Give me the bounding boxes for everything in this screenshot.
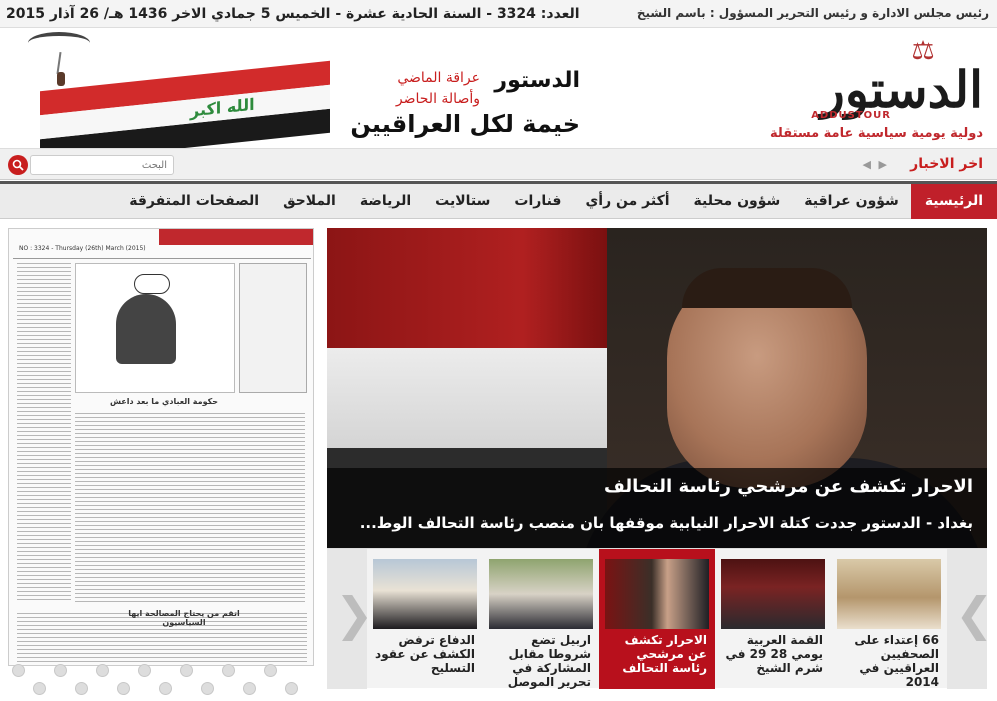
page-dot[interactable]	[96, 664, 109, 677]
paper-section-tab	[159, 229, 313, 245]
nav-item-misc-pages[interactable]: الصفحات المتفرقة	[117, 184, 271, 219]
feature-title[interactable]: الاحرار تكشف عن مرشحي رئاسة التحالف	[604, 476, 973, 497]
carousel-caption: القمة العربية يومي 28 29 في شرم الشيخ	[725, 633, 823, 675]
carousel-caption: الاحرار تكشف عن مرشحي رئاسة التحالف	[622, 633, 707, 675]
slogan-line-3: وأصالة الحاضر	[395, 91, 480, 107]
carousel-item[interactable]: اربيل تضع شروطا مقابل المشاركة في تحرير …	[483, 549, 599, 689]
carousel-thumb-image	[721, 559, 825, 629]
paper-caption-2: اتقم من يحتاج المصالحة ايها السياسيون	[128, 609, 240, 627]
nav-item-sports[interactable]: الرياضة	[348, 184, 423, 219]
nav-item-iraqi-affairs[interactable]: شؤون عراقية	[792, 184, 911, 219]
page-dot[interactable]	[33, 682, 46, 695]
carousel-item[interactable]: 66 إعتداء على الصحفيين العراقيين في 2014	[831, 549, 947, 689]
page-pagination	[8, 664, 314, 696]
newspaper-page-preview[interactable]: NO : 3324 - Thursday (26th) March (2015)…	[8, 228, 314, 666]
search-input[interactable]	[30, 155, 174, 175]
nav-item-fanarat[interactable]: فنارات	[502, 184, 573, 219]
news-carousel: ❮ الدفاع ترفض الكشف عن عقود التسليح اربي…	[327, 548, 994, 689]
paper-caption-1: حكومة العبادي ما بعد داعش	[109, 397, 219, 406]
nav-item-satellite[interactable]: ستالايت	[423, 184, 502, 219]
nav-item-home[interactable]: الرئيسية	[910, 184, 997, 219]
ticker-prev-icon[interactable]: ◀	[863, 158, 871, 171]
featured-story[interactable]: الاحرار تكشف عن مرشحي رئاسة التحالف بغدا…	[327, 228, 987, 548]
nav-item-local-affairs[interactable]: شؤون محلية	[682, 184, 793, 219]
news-ticker: اخر الاخبار ▶ ◀	[0, 148, 997, 180]
carousel-caption: 66 إعتداء على الصحفيين العراقيين في 2014	[854, 633, 939, 689]
page-dot[interactable]	[285, 682, 298, 695]
page-dot[interactable]	[222, 664, 235, 677]
site-header: الله اكبر الدستور عراقة الماضي وأصالة ال…	[0, 28, 997, 148]
page-dot[interactable]	[12, 664, 25, 677]
slogan-line-1: الدستور	[494, 68, 580, 93]
header-slogan: الدستور عراقة الماضي وأصالة الحاضر خيمة …	[340, 28, 590, 148]
flag-script: الله اكبر	[190, 94, 255, 121]
page-dot[interactable]	[117, 682, 130, 695]
carousel-caption: الدفاع ترفض الكشف عن عقود التسليح	[375, 633, 475, 675]
page-dot[interactable]	[54, 664, 67, 677]
carousel-next-button[interactable]: ❯	[947, 549, 994, 689]
paper-sidebox	[239, 263, 307, 393]
search-icon	[12, 159, 24, 171]
feature-person-hair	[682, 268, 852, 308]
issue-info: العدد: 3324 - السنة الحادية عشرة - الخمي…	[6, 6, 580, 22]
carousel-thumb-image	[373, 559, 477, 629]
cartoon-sign	[134, 274, 170, 294]
search-button[interactable]	[8, 155, 28, 175]
page-dot[interactable]	[138, 664, 151, 677]
paraglider-person	[57, 72, 65, 86]
ticker-next-icon[interactable]: ▶	[879, 158, 887, 171]
page-dot[interactable]	[75, 682, 88, 695]
carousel-item[interactable]: الدفاع ترفض الكشف عن عقود التسليح	[367, 549, 483, 689]
chevron-right-icon: ❯	[955, 587, 994, 641]
carousel-thumb-image	[605, 559, 709, 629]
carousel-item[interactable]: القمة العربية يومي 28 29 في شرم الشيخ	[715, 549, 831, 689]
page-dot[interactable]	[264, 664, 277, 677]
nav-item-supplements[interactable]: الملاحق	[271, 184, 348, 219]
page-dot[interactable]	[243, 682, 256, 695]
page-dot[interactable]	[201, 682, 214, 695]
ticker-label: اخر الاخبار	[910, 156, 983, 172]
paraglider-line	[56, 51, 62, 75]
carousel-prev-button[interactable]: ❮	[327, 549, 374, 689]
paper-text-block	[75, 413, 305, 603]
main-nav: الرئيسية شؤون عراقية شؤون محلية أكثر من …	[0, 181, 997, 219]
page-dot[interactable]	[180, 664, 193, 677]
nav-item-opinion[interactable]: أكثر من رأي	[573, 184, 681, 219]
paper-column	[17, 263, 71, 603]
carousel-thumb-image	[489, 559, 593, 629]
iraq-flag-icon: الله اكبر	[40, 60, 330, 148]
cartoon-figure	[116, 294, 176, 364]
feature-excerpt: بغداد - الدستور جددت كتلة الاحرار النياب…	[359, 514, 973, 532]
site-logo[interactable]: ⚖ الدستور ADDUSTOUR دولية يومية سياسية ع…	[759, 32, 989, 144]
logo-latin: ADDUSTOUR	[811, 110, 891, 121]
page-dot[interactable]	[159, 682, 172, 695]
top-info-bar: العدد: 3324 - السنة الحادية عشرة - الخمي…	[0, 0, 997, 28]
carousel-caption: اربيل تضع شروطا مقابل المشاركة في تحرير …	[507, 633, 591, 689]
slogan-line-2: عراقة الماضي	[397, 70, 480, 86]
carousel-thumb-image	[837, 559, 941, 629]
logo-tagline: دولية يومية سياسية عامة مستقلة	[770, 126, 983, 141]
search-form	[8, 155, 174, 175]
paper-masthead: NO : 3324 - Thursday (26th) March (2015)	[13, 245, 311, 259]
paper-cartoon	[75, 263, 235, 393]
slogan-line-4: خيمة لكل العراقيين	[350, 110, 580, 138]
editor-info: رئيس مجلس الادارة و رئيس التحرير المسؤول…	[636, 6, 989, 20]
banner-illustration: الله اكبر	[0, 28, 330, 148]
paraglider-icon	[28, 32, 90, 54]
carousel-item-active[interactable]: الاحرار تكشف عن مرشحي رئاسة التحالف	[599, 549, 715, 689]
